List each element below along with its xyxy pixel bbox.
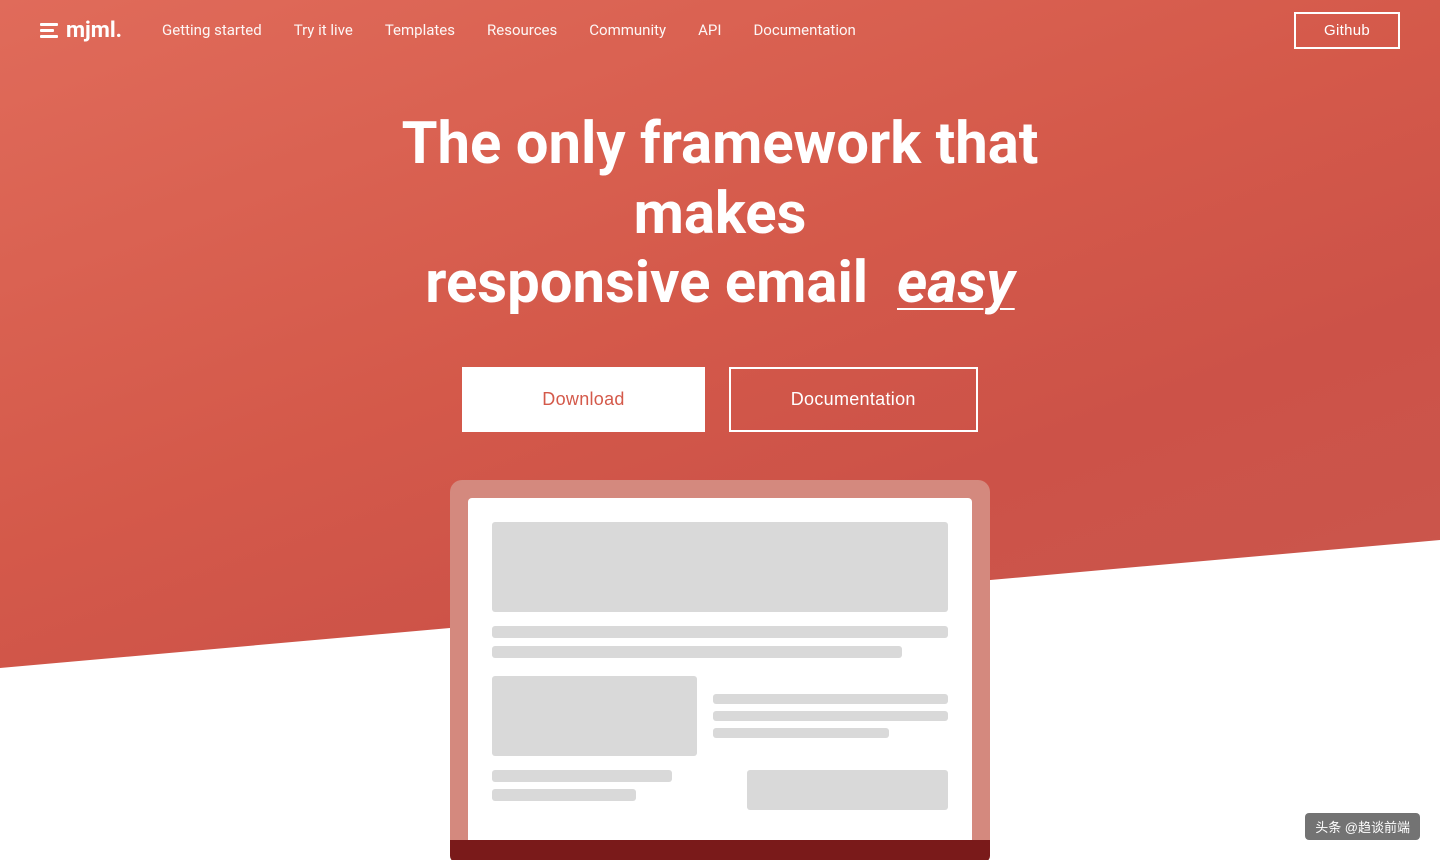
nav-links: Getting started Try it live Templates Re…: [162, 21, 1294, 39]
mockup-line-1: [492, 626, 948, 638]
github-button[interactable]: Github: [1294, 12, 1400, 49]
mockup-bottom-left: [492, 770, 731, 810]
laptop-screen-inner: [468, 498, 972, 840]
logo-icon: [40, 23, 58, 38]
mockup-col-image: [492, 676, 697, 756]
nav-documentation[interactable]: Documentation: [753, 21, 855, 39]
laptop-base: [450, 840, 990, 860]
nav-community[interactable]: Community: [589, 21, 666, 39]
logo-text: mjml.: [66, 18, 122, 43]
laptop-screen-outer: [450, 480, 990, 840]
nav-getting-started[interactable]: Getting started: [162, 21, 262, 39]
mockup-col-text: [713, 676, 948, 756]
mockup-two-col: [492, 676, 948, 756]
watermark: 头条 @趋谈前端: [1305, 813, 1420, 840]
mockup-col-line-2: [713, 711, 948, 721]
hero-buttons: Download Documentation: [462, 367, 977, 432]
laptop: [450, 480, 990, 860]
mockup-text-lines: [492, 626, 948, 658]
mockup-line-2: [492, 646, 902, 658]
navbar: mjml. Getting started Try it live Templa…: [0, 0, 1440, 60]
mockup-col-line-3: [713, 728, 889, 738]
logo-link[interactable]: mjml.: [40, 18, 122, 43]
hero-headline-line1: The only framework that makes: [402, 110, 1039, 248]
mockup-bottom-right: [747, 770, 948, 810]
hero-headline-emphasis: easy: [897, 249, 1015, 317]
hero-section: mjml. Getting started Try it live Templa…: [0, 0, 1440, 860]
mockup-bottom-line-2: [492, 789, 636, 801]
hero-headline-line2: responsive email easy: [425, 249, 1014, 317]
mockup-bottom-line-1: [492, 770, 672, 782]
nav-templates[interactable]: Templates: [385, 21, 455, 39]
documentation-button[interactable]: Documentation: [729, 367, 978, 432]
mockup-col-line-1: [713, 694, 948, 704]
hero-content: The only framework that makes responsive…: [0, 0, 1440, 860]
mockup-bottom-row: [492, 770, 948, 810]
mockup-header-image: [492, 522, 948, 612]
nav-api[interactable]: API: [698, 21, 721, 39]
download-button[interactable]: Download: [462, 367, 704, 432]
laptop-mockup: [450, 480, 990, 860]
nav-resources[interactable]: Resources: [487, 21, 557, 39]
nav-try-it-live[interactable]: Try it live: [294, 21, 353, 39]
hero-headline: The only framework that makes responsive…: [370, 110, 1070, 319]
